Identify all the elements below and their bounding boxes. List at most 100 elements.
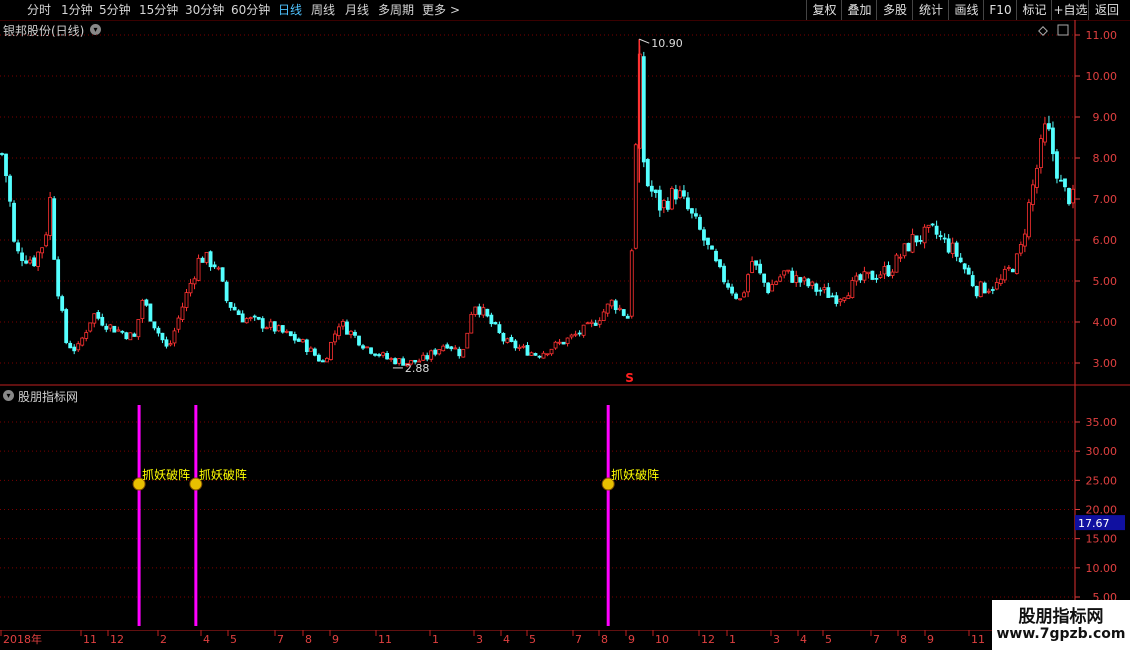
candle xyxy=(742,290,746,298)
candle xyxy=(750,256,755,274)
candle-body xyxy=(369,347,373,354)
candle-body xyxy=(669,187,674,210)
candle-body xyxy=(866,271,871,275)
period-tab-10[interactable]: 更多 xyxy=(422,2,446,18)
candle-body xyxy=(12,202,16,242)
period-tab-9[interactable]: 多周期 xyxy=(378,2,414,18)
candle-body xyxy=(84,332,89,339)
toolbar-button-8[interactable]: 返回 xyxy=(1088,0,1125,20)
chevron-right-icon[interactable]: > xyxy=(450,2,460,18)
candle xyxy=(866,271,871,279)
candle xyxy=(1010,268,1015,273)
candle-body xyxy=(950,242,955,254)
candle-body xyxy=(381,352,385,356)
y-tick-label: 9.00 xyxy=(1093,111,1118,124)
x-tick-label: 4 xyxy=(800,633,807,646)
candle xyxy=(541,350,546,359)
candle-body xyxy=(1014,253,1019,274)
candle xyxy=(613,298,618,314)
toolbar-button-4[interactable]: 画线 xyxy=(948,0,984,20)
candle xyxy=(389,357,393,362)
period-tab-6[interactable]: 日线 xyxy=(278,2,302,18)
candle xyxy=(601,308,606,322)
x-tick-label: 4 xyxy=(503,633,510,646)
candle-body xyxy=(461,349,466,358)
period-tab-2[interactable]: 5分钟 xyxy=(99,2,131,18)
y-tick-label: 8.00 xyxy=(1093,152,1118,165)
candle-body xyxy=(657,189,662,211)
period-tab-5[interactable]: 60分钟 xyxy=(231,2,270,18)
candle-body xyxy=(56,259,61,297)
candle xyxy=(148,303,153,322)
candle xyxy=(686,192,690,211)
candle-body xyxy=(192,278,197,285)
x-tick-label: 3 xyxy=(476,633,483,646)
candle-body xyxy=(220,267,225,282)
candle xyxy=(377,352,381,358)
period-tab-1[interactable]: 1分钟 xyxy=(61,2,93,18)
candle-body xyxy=(517,346,522,349)
candle xyxy=(316,353,321,362)
candle xyxy=(978,281,983,298)
candle-body xyxy=(609,299,614,307)
toolbar-button-2[interactable]: 多股 xyxy=(876,0,913,20)
indicator-chart[interactable]: 35.0030.0025.0020.0015.0010.005.0017.67抓… xyxy=(0,386,1130,630)
candle xyxy=(874,274,879,283)
candle-body xyxy=(148,303,153,322)
period-tab-7[interactable]: 周线 xyxy=(311,2,335,18)
candle xyxy=(762,273,767,287)
candle xyxy=(240,310,245,323)
x-tick-label: 9 xyxy=(332,633,339,646)
candle-body xyxy=(200,257,205,263)
candle xyxy=(838,298,843,307)
candle-body xyxy=(168,343,173,346)
candle xyxy=(862,266,867,284)
candle-body xyxy=(80,337,85,346)
candle-body xyxy=(541,352,546,359)
period-tab-0[interactable]: 分时 xyxy=(27,2,51,18)
candle xyxy=(24,255,28,265)
candle-body xyxy=(316,354,321,362)
candle xyxy=(92,313,97,328)
candle-body xyxy=(308,347,313,352)
candle xyxy=(565,337,570,347)
candle-body xyxy=(918,240,923,242)
candle-body xyxy=(786,269,791,272)
candle-body xyxy=(196,257,201,281)
price-chart[interactable]: 11.00 10.00 9.00 8.00 7.00 6.00 5.00 4.00 3.00 10… xyxy=(0,20,1130,386)
candle-body xyxy=(617,307,622,310)
candle-body xyxy=(734,293,738,299)
candle xyxy=(144,298,149,307)
candle xyxy=(1034,164,1039,194)
candle-body xyxy=(557,341,562,344)
candle xyxy=(469,311,474,334)
candle xyxy=(8,174,12,207)
candle xyxy=(1051,121,1055,162)
toolbar-button-1[interactable]: 叠加 xyxy=(841,0,877,20)
candle-body xyxy=(906,242,911,252)
toolbar-button-5[interactable]: F10 xyxy=(983,0,1017,20)
candle xyxy=(68,340,73,349)
candle xyxy=(1055,148,1059,184)
period-tab-8[interactable]: 月线 xyxy=(345,2,369,18)
candle-body xyxy=(276,325,281,332)
candle-body xyxy=(469,314,474,334)
candle-body xyxy=(128,332,133,341)
candle xyxy=(934,220,939,239)
candle xyxy=(132,332,137,337)
candle xyxy=(72,344,77,355)
candle xyxy=(385,350,389,360)
candle xyxy=(986,288,991,295)
toolbar-button-3[interactable]: 统计 xyxy=(912,0,949,20)
signal-label: 抓妖破阵 xyxy=(611,467,659,482)
toolbar-button-6[interactable]: 标记 xyxy=(1016,0,1052,20)
period-tab-4[interactable]: 30分钟 xyxy=(185,2,224,18)
toolbar-button-7[interactable]: +自选 xyxy=(1051,0,1089,20)
toolbar-button-0[interactable]: 复权 xyxy=(806,0,842,20)
x-tick-label: 11 xyxy=(971,633,985,646)
period-tab-3[interactable]: 15分钟 xyxy=(139,2,178,18)
candle xyxy=(96,309,101,321)
candle-body xyxy=(1043,123,1047,143)
candle-body xyxy=(32,257,36,267)
candle-body xyxy=(441,345,446,352)
